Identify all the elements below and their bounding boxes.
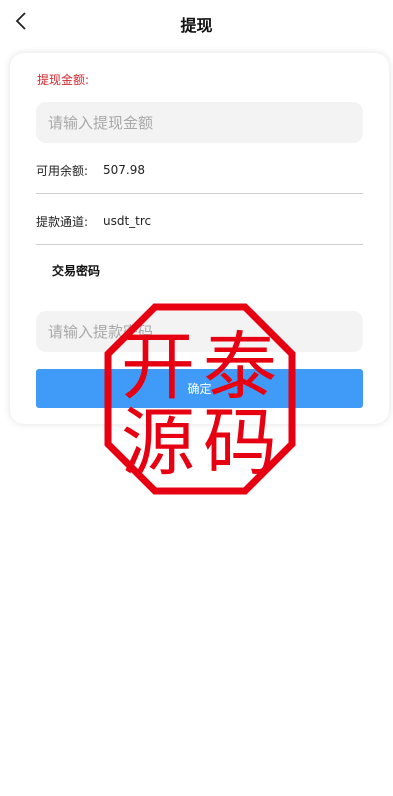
amount-label: 提现金额: (37, 73, 90, 87)
password-label: 交易密码 (52, 264, 101, 278)
amount-input[interactable] (36, 102, 363, 143)
divider (36, 193, 363, 194)
page-title: 提现 (180, 16, 213, 35)
withdraw-card: 提现金额: 可用余额: 507.98 提款通道: usdt_trc 交易密码 确… (10, 53, 389, 424)
channel-label: 提款通道: (36, 214, 89, 229)
channel-value: usdt_trc (103, 214, 152, 228)
nav-bar: 提现 (0, 0, 393, 44)
balance-value: 507.98 (103, 163, 145, 177)
balance-label: 可用余额: (36, 163, 89, 178)
balance-row: 可用余额: 507.98 (36, 158, 363, 182)
confirm-button[interactable]: 确定 (36, 369, 363, 408)
channel-row[interactable]: 提款通道: usdt_trc (36, 209, 363, 233)
password-input[interactable] (36, 311, 363, 352)
divider (36, 244, 363, 245)
